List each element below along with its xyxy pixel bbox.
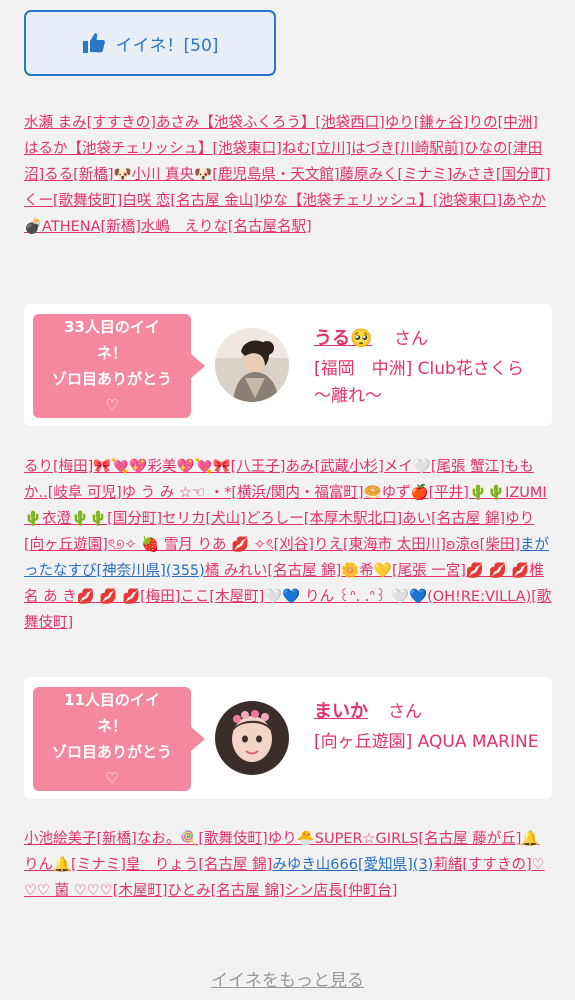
like-page: イイネ！[50] 水瀬 まみ[すすきの]あさみ【池袋ふくろう】[池袋西口]ゆり[… <box>0 0 575 1000</box>
liker-name-link[interactable]: 🥯ゆず🍎[平井] <box>364 485 469 501</box>
liker-name-link[interactable]: りえ[東海市 太田川] <box>314 537 446 553</box>
liker-name-link[interactable]: くー[歌舞伎町] <box>24 193 122 209</box>
girl-name-link[interactable]: うる🥺 <box>314 324 372 350</box>
liker-name-link[interactable]: 橘 みれい[名古屋 錦] <box>205 563 342 579</box>
milestone-bubble: 33人目のイイ ネ！ ゾロ目ありがとう ♡ <box>33 314 205 418</box>
like-button[interactable]: イイネ！[50] <box>24 10 276 76</box>
thumbs-up-icon <box>82 33 105 53</box>
liker-name-link[interactable]: 🌼希💛[尾張 一宮] <box>341 563 466 579</box>
liker-name-link[interactable]: 皇 りょう[名古屋 錦] <box>126 857 272 873</box>
liker-name-link[interactable]: ゆり🐣SUPER☆GIRLS[名古屋 藤が丘] <box>268 831 522 847</box>
liker-name-link[interactable]: メイ🤍[尾張 蟹江] <box>384 459 505 475</box>
liker-name-link[interactable]: みゆき山666[愛知県](3) <box>272 857 433 873</box>
liker-name-link[interactable]: ゆな【池袋チェリッシュ】[池袋東口] <box>259 193 502 209</box>
liker-name-link[interactable]: 水瀬 まみ[すすきの] <box>24 115 156 131</box>
honorific: さん <box>388 702 422 722</box>
milestone-card-1: 33人目のイイ ネ！ ゾロ目ありがとう ♡ うる🥺 さん [福岡 中洲] Clu… <box>24 304 552 426</box>
liker-list-1: 水瀬 まみ[すすきの]あさみ【池袋ふくろう】[池袋西口]ゆり[鎌ヶ谷]りの[中洲… <box>24 110 552 240</box>
liker-name-link[interactable]: 莉緒[すすきの] <box>433 857 531 873</box>
liker-name-link[interactable]: ねむ[立川] <box>282 141 351 157</box>
liker-name-link[interactable]: 🎀💘💖彩美💖💘🎀[八王子] <box>93 459 285 475</box>
liker-name-link[interactable]: なお。🍭[歌舞伎町] <box>137 831 268 847</box>
milestone-bubble: 11人目のイイ ネ！ ゾロ目ありがとう ♡ <box>33 687 205 791</box>
liker-name-link[interactable]: ゆり[鎌ヶ谷] <box>385 115 469 131</box>
liker-name-link[interactable]: はづき[川崎駅前] <box>351 141 464 157</box>
liker-name-link[interactable]: 小池絵美子[新橋] <box>24 831 137 847</box>
liker-name-link[interactable]: 藤原みく[ミナミ] <box>340 167 453 183</box>
liker-list-3: 小池絵美子[新橋]なお。🍭[歌舞伎町]ゆり🐣SUPER☆GIRLS[名古屋 藤が… <box>24 826 552 904</box>
liker-name-link[interactable]: ৎ୭✧ 🍓 雪月 りあ 💋 ✧ৎ[刈谷] <box>108 537 314 553</box>
honorific: さん <box>394 329 428 349</box>
liker-name-link[interactable]: ʚ涼ɞ[柴田] <box>446 537 520 553</box>
milestone-card-2: 11人目のイイ ネ！ ゾロ目ありがとう ♡ まいか さん [向ヶ丘遊園] AQU… <box>24 677 552 799</box>
liker-name-link[interactable]: はるか【池袋チェリッシュ】[池袋東口] <box>24 141 282 157</box>
girl-name-link[interactable]: まいか <box>314 697 368 723</box>
liker-name-link[interactable]: あい[名古屋 錦] <box>402 511 505 527</box>
liker-name-link[interactable]: セリカ[犬山] <box>162 511 246 527</box>
avatar[interactable] <box>215 328 289 402</box>
liker-name-link[interactable]: あさみ【池袋ふくろう】[池袋西口] <box>156 115 385 131</box>
liker-name-link[interactable]: ひとみ[名古屋 錦] <box>168 883 285 899</box>
liker-name-link[interactable]: シン店長[仲町台] <box>285 883 398 899</box>
liker-name-link[interactable]: どろしー[本厚木駅北口] <box>246 511 402 527</box>
shop-name: [福岡 中洲] Club花さくら～離れ～ <box>314 359 524 406</box>
liker-name-link[interactable]: 白咲 恋[名古屋 金山] <box>122 193 259 209</box>
liker-name-link[interactable]: るる[新橋] <box>44 167 113 183</box>
liker-name-link[interactable]: 🐶小川 真央🐶[鹿児島県・天文館] <box>114 167 340 183</box>
liker-name-link[interactable]: ゆ う み ☆☜ ・*[横浜/関内・福富町] <box>122 485 364 501</box>
liker-name-link[interactable]: 水嶋 えりな[名古屋名駅] <box>141 219 312 235</box>
liker-name-link[interactable]: みさき[国分町] <box>452 167 550 183</box>
like-button-label: イイネ！[50] <box>115 35 219 56</box>
liker-list-2: るり[梅田]🎀💘💖彩美💖💘🎀[八王子]あみ[武蔵小杉]メイ🤍[尾張 蟹江]ももか… <box>24 454 552 636</box>
liker-name-link[interactable]: あみ[武蔵小杉] <box>285 459 383 475</box>
shop-name: [向ヶ丘遊園] AQUA MARINE <box>314 732 539 752</box>
liker-name-link[interactable]: ここ[木屋町] <box>180 589 264 605</box>
avatar[interactable] <box>215 701 289 775</box>
liker-name-link[interactable]: りの[中洲] <box>469 115 538 131</box>
see-more-likes-link[interactable]: イイネをもっと見る <box>0 966 575 991</box>
liker-name-link[interactable]: るり[梅田] <box>24 459 93 475</box>
